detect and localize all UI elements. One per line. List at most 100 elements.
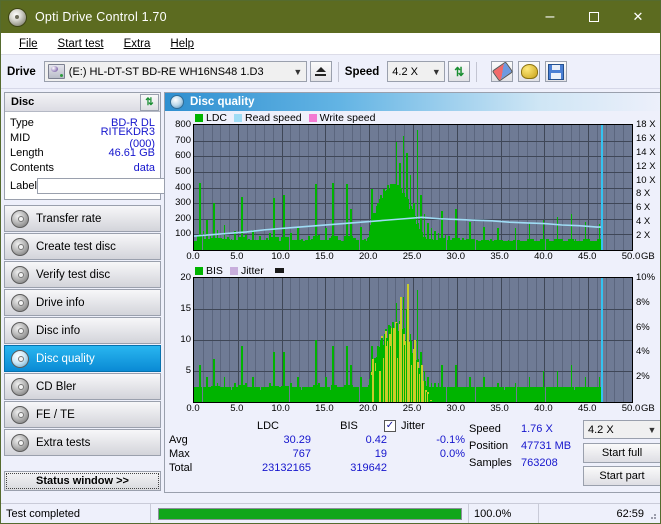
jitter-checkbox[interactable]: ✓ — [384, 420, 396, 432]
gridline-horizontal — [194, 309, 632, 310]
speed-label: Speed — [344, 65, 380, 78]
ldc-plot-area[interactable] — [193, 124, 633, 251]
test-speed-select[interactable]: 4.2 X ▼ — [583, 420, 660, 439]
save-button[interactable] — [545, 61, 568, 82]
test-speed-value: 4.2 X — [588, 423, 614, 436]
tools-button[interactable] — [518, 61, 541, 82]
cursor-line — [601, 278, 603, 402]
disc-icon — [11, 209, 29, 228]
position-value: 47731 MB — [521, 439, 572, 452]
menu-start-test[interactable]: Start test — [48, 36, 114, 52]
nav-list: Transfer rate Create test disc Verify te… — [4, 205, 161, 457]
ldc-x-axis: 0.0 5.0 10.0 15.0 20.0 25.0 30.0 35.0 40.0 45.0 50… — [165, 251, 660, 264]
minimize-button[interactable]: – — [528, 1, 572, 39]
legend-swatch-write-speed — [308, 113, 317, 122]
drive-select-value: (E:) HL-DT-ST BD-RE WH16NS48 1.D3 — [68, 65, 264, 78]
speed-select[interactable]: 4.2 X ▼ — [387, 61, 446, 82]
toolbar-divider-1 — [337, 61, 339, 82]
stats-row-max: Max 767 19 0.0% — [169, 448, 469, 462]
progress-percent: 100.0% — [469, 503, 539, 523]
stats-header-bis: BIS — [340, 420, 358, 432]
menu-extra[interactable]: Extra — [114, 36, 161, 52]
erase-button[interactable] — [491, 61, 514, 82]
elapsed-time: 62:59 — [616, 507, 644, 520]
sidebar-item-verify-test-disc[interactable]: Verify test disc — [4, 261, 161, 288]
jitter-toggle[interactable]: ✓ Jitter — [384, 420, 425, 432]
disc-icon — [11, 405, 29, 424]
disc-label-row: Label — [10, 177, 239, 195]
sidebar-item-disc-info[interactable]: Disc info — [4, 317, 161, 344]
sidebar-item-transfer-rate[interactable]: Transfer rate — [4, 205, 161, 232]
sidebar-item-extra-tests[interactable]: Extra tests — [4, 429, 161, 456]
resize-grip[interactable] — [647, 510, 657, 520]
disc-refresh-button[interactable]: ⇅ — [140, 93, 159, 111]
sidebar-item-label: Create test disc — [36, 240, 116, 253]
disc-quality-icon — [170, 95, 184, 109]
sidebar-item-fe-te[interactable]: FE / TE — [4, 401, 161, 428]
legend-label-ldc: LDC — [206, 111, 228, 124]
maximize-button[interactable] — [572, 1, 616, 33]
y-tick-label: 100 — [175, 228, 191, 240]
progress-bar — [157, 507, 462, 520]
bis-y-axis-right: 2% 4% 6% 8% 10% — [633, 273, 660, 403]
bis-y-axis: 5 10 15 20 — [165, 273, 193, 403]
y2-tick-label: 10 X — [636, 174, 656, 186]
disc-panel-header: Disc ⇅ — [5, 93, 160, 112]
sidebar-item-create-test-disc[interactable]: Create test disc — [4, 233, 161, 260]
samples-value: 763208 — [521, 456, 558, 469]
y-tick-label: 10 — [180, 334, 191, 345]
window-controls: – ✕ — [528, 1, 660, 33]
speed-value: 1.76 X — [521, 422, 553, 435]
y-tick-label: 600 — [175, 150, 191, 162]
stats-total-bis: 319642 — [350, 462, 387, 474]
y2-tick-label: 8% — [636, 296, 650, 308]
ldc-chart-legend: LDC Read speed Write speed — [165, 111, 660, 124]
sidebar-item-drive-info[interactable]: Drive info — [4, 289, 161, 316]
legend-label-jitter: Jitter — [240, 264, 264, 277]
stats-row-total: Total 23132165 319642 — [169, 462, 469, 476]
legend-item-jitter: Jitter — [229, 264, 264, 277]
menu-file[interactable]: File — [9, 36, 48, 52]
sidebar-item-label: CD Bler — [36, 380, 77, 393]
stats-row-label: Avg — [169, 434, 188, 446]
x-tick-label: 15.0 — [315, 403, 334, 414]
close-button[interactable]: ✕ — [616, 1, 660, 33]
x-tick-label: 20.0 — [358, 251, 378, 262]
disc-icon — [11, 265, 29, 284]
stats-max-jitter: 0.0% — [439, 448, 465, 460]
x-tick-label: 45.0 — [577, 251, 597, 262]
controls-labels: Speed Position Samples — [469, 420, 521, 492]
window-title: Opti Drive Control 1.70 — [35, 10, 167, 24]
status-window-button[interactable]: Status window >> — [4, 471, 161, 491]
disc-contents-label: Contents — [10, 161, 55, 174]
menu-help-label: Help — [170, 37, 195, 50]
eject-button[interactable] — [309, 61, 332, 82]
eject-icon — [315, 67, 326, 72]
drive-select[interactable]: (E:) HL-DT-ST BD-RE WH16NS48 1.D3 ▼ — [43, 61, 307, 82]
sidebar-item-label: Extra tests — [36, 436, 91, 449]
jitter-bar — [392, 327, 395, 402]
sidebar-item-disc-quality[interactable]: Disc quality — [4, 345, 161, 372]
menu-help[interactable]: Help — [160, 36, 204, 52]
disc-row-contents: Contents data — [10, 160, 155, 175]
position-row-label: Position — [469, 439, 509, 452]
y2-tick-label: 16 X — [636, 132, 656, 144]
disc-mid-label: MID — [10, 131, 31, 144]
sidebar-item-label: FE / TE — [36, 408, 75, 421]
stats-row-label: Total — [169, 462, 193, 474]
bis-plot-area[interactable] — [193, 277, 633, 403]
menu-extra-label: Extra — [123, 37, 151, 50]
drive-toolbar: Drive (E:) HL-DT-ST BD-RE WH16NS48 1.D3 … — [1, 55, 660, 89]
sidebar-item-cd-bler[interactable]: CD Bler — [4, 373, 161, 400]
tools-icon — [520, 64, 538, 79]
stats-table: LDC BIS Avg 30.29 0.42 -0.1% Max 767 19 … — [169, 420, 469, 492]
y-tick-label: 400 — [175, 181, 191, 193]
refresh-button[interactable]: ⇅ — [448, 61, 471, 82]
start-full-button[interactable]: Start full — [583, 443, 660, 463]
ldc-chart-block: LDC Read speed Write speed 100 200 300 400 5… — [165, 111, 660, 264]
start-part-button[interactable]: Start part — [583, 466, 660, 486]
x-tick-label: 25.0 — [402, 251, 422, 262]
drive-icon — [47, 64, 65, 79]
jitter-bar — [420, 364, 423, 402]
x-axis-unit: GB — [641, 251, 655, 262]
